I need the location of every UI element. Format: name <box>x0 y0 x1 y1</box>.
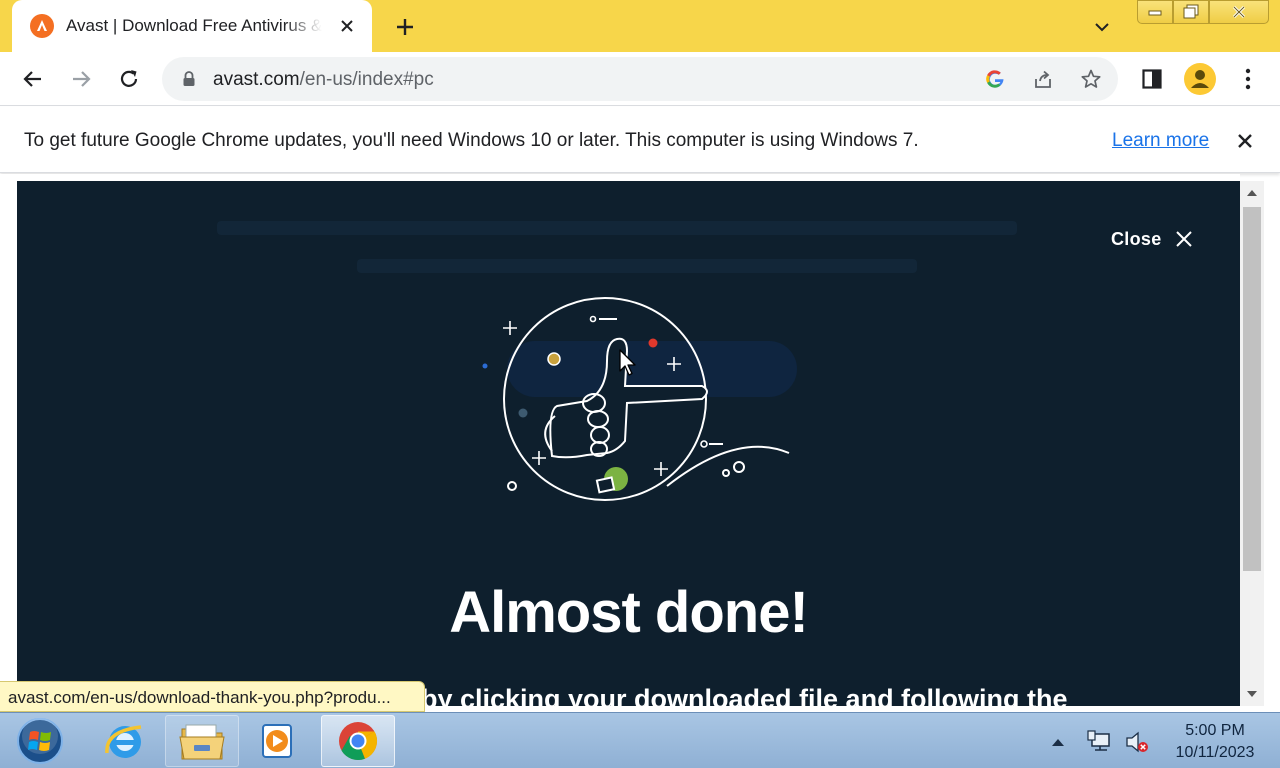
network-icon[interactable] <box>1087 730 1113 754</box>
bookmark-star-icon[interactable] <box>1076 64 1106 94</box>
avast-favicon-icon <box>30 14 54 38</box>
window-minimize-button[interactable] <box>1137 0 1173 24</box>
close-icon <box>1175 231 1192 247</box>
system-clock[interactable]: 5:00 PM 10/11/2023 <box>1160 720 1270 764</box>
file-explorer-icon[interactable] <box>165 715 239 767</box>
back-arrow-icon[interactable] <box>15 61 51 97</box>
infobar-close-icon[interactable] <box>1232 128 1258 154</box>
tab-strip: Avast | Download Free Antivirus & VPN <box>0 0 1280 52</box>
tab-title: Avast | Download Free Antivirus & VPN <box>66 16 322 35</box>
url-path: /en-us/index#pc <box>299 69 434 90</box>
scrollbar-thumb[interactable] <box>1243 207 1261 571</box>
show-hidden-icons-arrow-icon[interactable] <box>1045 730 1071 754</box>
almost-done-heading: Almost done! <box>449 580 809 645</box>
download-modal: Close Almost done! o by clicking your do… <box>17 181 1240 706</box>
google-lens-icon[interactable] <box>980 64 1010 94</box>
new-tab-button[interactable] <box>390 12 420 42</box>
modal-instructions-text: o by clicking your downloaded file and f… <box>397 684 1068 706</box>
address-bar[interactable]: avast.com/en-us/index#pc <box>162 57 1118 101</box>
url-host: avast.com <box>213 69 300 90</box>
infobar-message: To get future Google Chrome updates, you… <box>24 130 919 151</box>
background-page-text <box>217 221 1017 235</box>
chrome-update-infobar: To get future Google Chrome updates, you… <box>0 107 1280 173</box>
scroll-up-arrow-icon[interactable] <box>1240 183 1264 203</box>
more-menu-icon[interactable] <box>1230 61 1266 97</box>
windows-media-player-icon[interactable] <box>240 715 314 767</box>
google-chrome-icon[interactable] <box>321 715 395 767</box>
tab-search-chevron-down-icon[interactable] <box>1088 14 1116 40</box>
thumbs-up-illustration <box>482 297 790 501</box>
background-page-text <box>357 259 917 273</box>
volume-muted-icon[interactable] <box>1124 730 1150 754</box>
clock-time: 5:00 PM <box>1185 722 1245 739</box>
lock-icon[interactable] <box>180 70 198 88</box>
mouse-cursor-icon <box>619 349 636 376</box>
forward-arrow-icon[interactable] <box>63 61 99 97</box>
status-link-url: avast.com/en-us/download-thank-you.php?p… <box>8 688 391 707</box>
tab-avast[interactable]: Avast | Download Free Antivirus & VPN <box>12 0 372 52</box>
start-orb-icon[interactable] <box>14 716 66 766</box>
internet-explorer-icon[interactable] <box>88 715 162 767</box>
windows-taskbar: 5:00 PM 10/11/2023 <box>0 712 1280 768</box>
clock-date: 10/11/2023 <box>1175 744 1255 761</box>
modal-close-button[interactable]: Close <box>1111 225 1201 253</box>
modal-close-label: Close <box>1111 228 1162 249</box>
page-scrollbar[interactable] <box>1240 181 1264 706</box>
browser-toolbar: avast.com/en-us/index#pc <box>0 52 1280 106</box>
link-status-bubble: avast.com/en-us/download-thank-you.php?p… <box>0 681 425 712</box>
share-icon[interactable] <box>1028 64 1058 94</box>
window-close-button[interactable] <box>1209 0 1269 24</box>
reload-icon[interactable] <box>111 61 147 97</box>
profile-avatar-icon[interactable] <box>1182 61 1218 97</box>
window-restore-button[interactable] <box>1173 0 1209 24</box>
url-text[interactable]: avast.com/en-us/index#pc <box>213 69 434 91</box>
scroll-down-arrow-icon[interactable] <box>1240 684 1264 704</box>
tab-close-icon[interactable] <box>334 13 360 39</box>
learn-more-link[interactable]: Learn more <box>1112 130 1209 152</box>
side-panel-icon[interactable] <box>1134 61 1170 97</box>
